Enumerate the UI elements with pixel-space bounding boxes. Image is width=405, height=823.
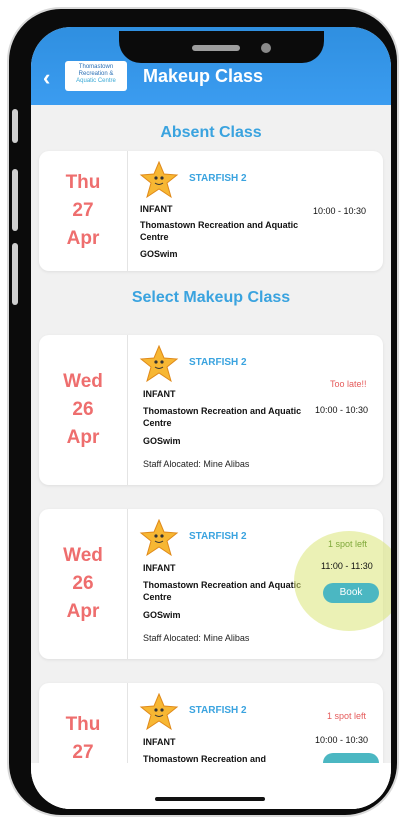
phone-frame: ‹ Thomastown Recreation & Aquatic Centre… [9, 9, 397, 815]
staff-allocated: Staff Alocated: Mine Alibas [143, 459, 250, 469]
date-number: 26 [72, 399, 94, 420]
class-level: INFANT [140, 204, 173, 214]
class-name: STARFISH 2 [189, 705, 247, 716]
select-makeup-heading: Select Makeup Class [131, 289, 291, 306]
back-chevron-icon[interactable]: ‹ [43, 65, 50, 91]
class-level: INFANT [143, 563, 176, 573]
phone-notch [119, 31, 324, 63]
volume-up-button [12, 169, 18, 231]
staff-allocated: Staff Alocated: Mine Alibas [143, 633, 250, 643]
availability-status: Too late!! [330, 379, 367, 389]
availability-status: 1 spot left [327, 711, 367, 721]
class-organisation: GOSwim [143, 436, 181, 446]
starfish-icon [139, 345, 179, 383]
class-time: 10:00 - 10:30 [315, 405, 369, 415]
date-day: Wed [63, 371, 103, 392]
class-time: 11:00 - 11:30 [321, 561, 373, 571]
class-date: Wed 26 Apr [39, 509, 128, 659]
logo-line: Recreation & [78, 71, 114, 77]
logo-line: Thomastown [78, 64, 114, 70]
date-number: 26 [72, 573, 94, 594]
home-indicator[interactable] [155, 797, 265, 801]
book-button[interactable]: Book [323, 583, 379, 603]
absent-class-heading: Absent Class [160, 124, 262, 141]
absent-class-card: Thu 27 Apr STARFISH 2 INFANT Thomastown … [39, 151, 383, 271]
class-name: STARFISH 2 [189, 173, 247, 184]
date-month: Apr [66, 228, 100, 249]
class-organisation: GOSwim [140, 249, 178, 259]
class-name: STARFISH 2 [189, 531, 247, 542]
speaker-grille [192, 45, 240, 51]
starfish-icon [139, 161, 179, 199]
centre-logo: Thomastown Recreation & Aquatic Centre [65, 61, 127, 91]
date-day: Thu [65, 714, 101, 735]
makeup-class-card[interactable]: Wed 26 Apr STARFISH 2 INFANT Thomastown … [39, 509, 391, 659]
class-date: Thu 27 Apr [39, 151, 128, 271]
app-screen: ‹ Thomastown Recreation & Aquatic Centre… [31, 27, 391, 809]
class-level: INFANT [143, 737, 176, 747]
camera-icon [261, 43, 271, 53]
logo-line: Aquatic Centre [76, 78, 116, 84]
class-venue: Thomastown Recreation and Aquatic Centre [140, 220, 299, 242]
starfish-icon [139, 693, 179, 731]
availability-status: 1 spot left [328, 539, 368, 549]
class-venue: Thomastown Recreation and Aquatic Centre [143, 406, 302, 428]
page-title: Makeup Class [143, 66, 264, 86]
date-number: 27 [72, 200, 94, 221]
class-time: 10:00 - 10:30 [315, 735, 369, 745]
class-name: STARFISH 2 [189, 357, 247, 368]
date-month: Apr [66, 427, 100, 448]
class-organisation: GOSwim [143, 610, 181, 620]
makeup-class-card[interactable]: Wed 26 Apr STARFISH 2 INFANT Thomastown … [39, 335, 383, 485]
date-day: Thu [65, 172, 101, 193]
class-venue: Thomastown Recreation and Aquatic Centre [143, 580, 302, 602]
mute-switch [12, 109, 18, 143]
date-day: Wed [63, 545, 103, 566]
volume-down-button [12, 243, 18, 305]
date-month: Apr [66, 601, 100, 622]
class-level: INFANT [143, 389, 176, 399]
class-date: Wed 26 Apr [39, 335, 128, 485]
class-time: 10:00 - 10:30 [313, 206, 367, 216]
starfish-icon [139, 519, 179, 557]
bottom-bar [31, 763, 391, 809]
